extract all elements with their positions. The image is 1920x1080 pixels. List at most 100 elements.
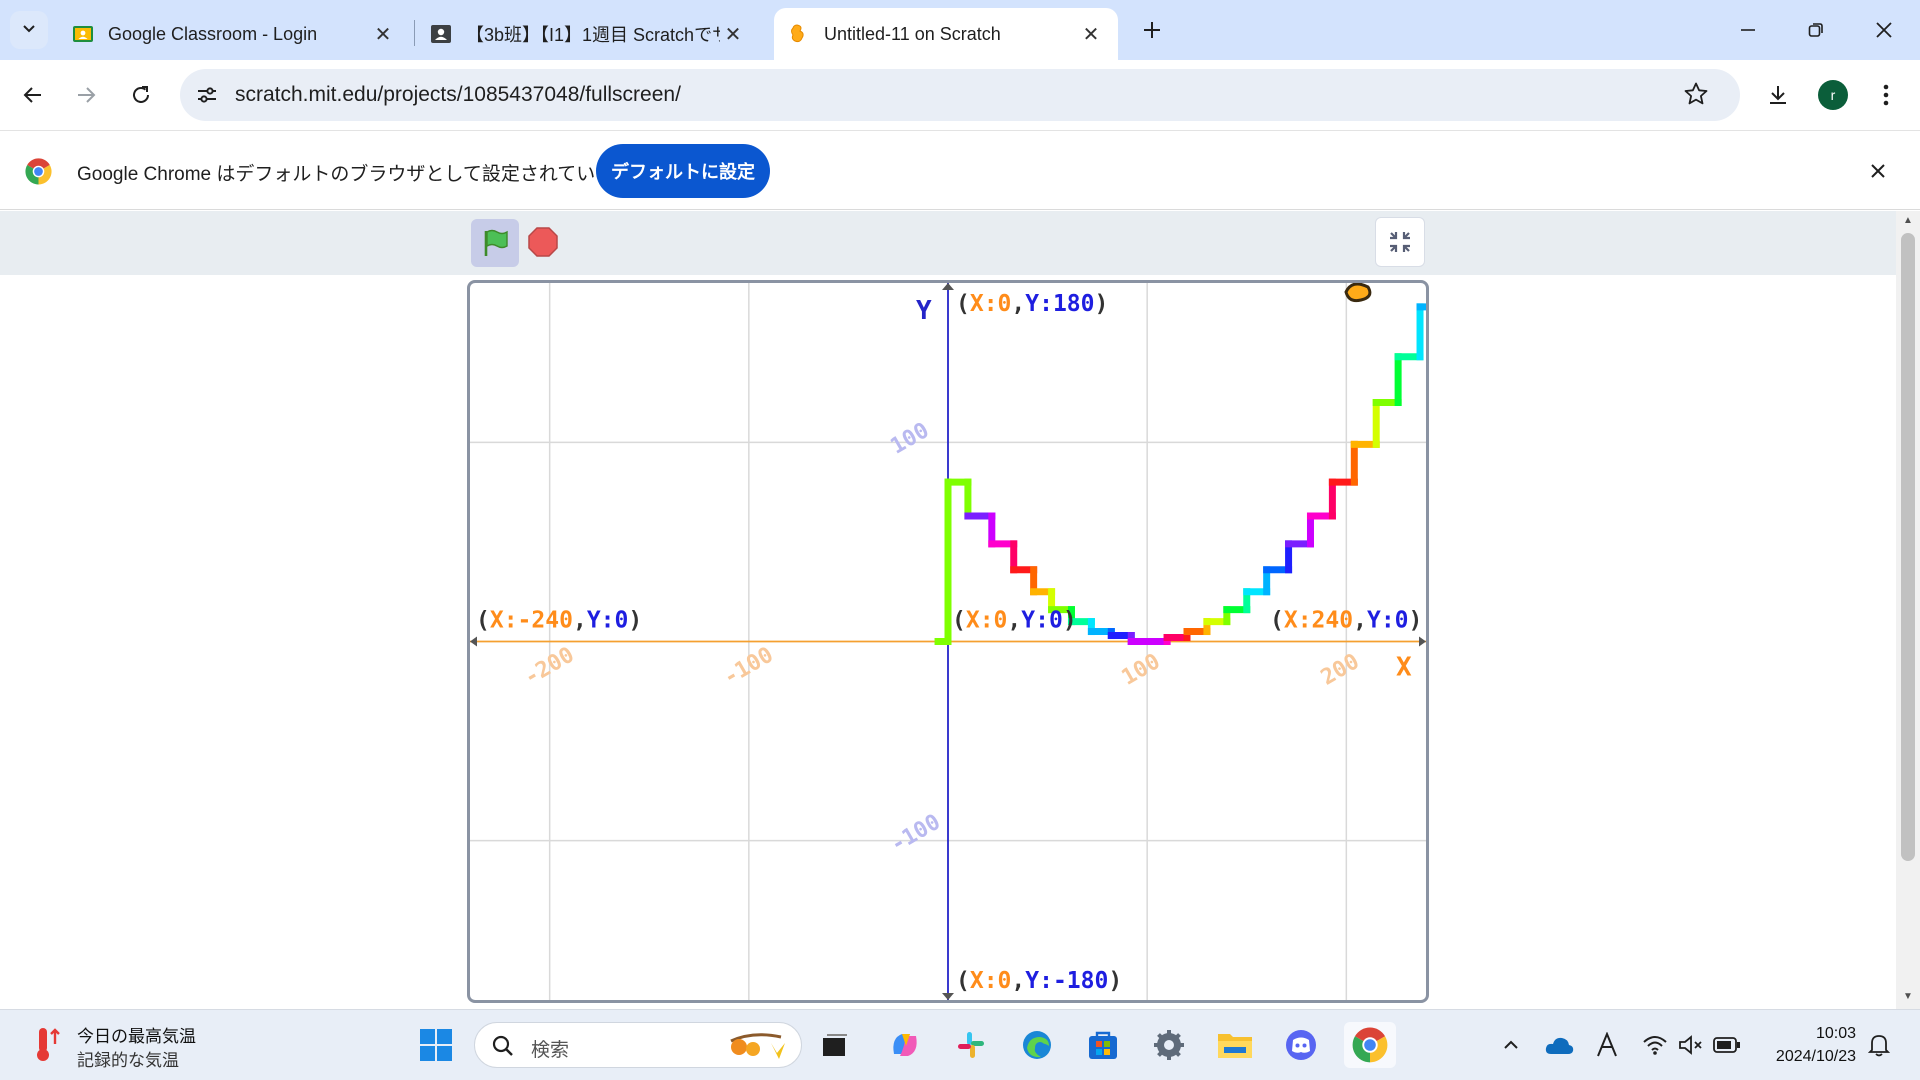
origin-coordinate-label: (X:0,Y:0) [952, 608, 1077, 634]
onedrive-cloud-icon [1545, 1037, 1574, 1054]
scroll-up-icon[interactable]: ▲ [1903, 215, 1913, 226]
tab-scratch[interactable]: Untitled-11 on Scratch ✕ [774, 8, 1118, 60]
scratch-icon [788, 23, 810, 45]
tab-close-icon[interactable]: ✕ [720, 21, 746, 47]
forward-button[interactable] [66, 75, 106, 115]
downloads-button[interactable] [1758, 75, 1798, 115]
address-bar[interactable]: scratch.mit.edu/projects/1085437048/full… [180, 69, 1740, 121]
start-button[interactable] [413, 1022, 459, 1068]
bell-icon [1868, 1035, 1890, 1057]
cat-sprite[interactable] [1344, 283, 1372, 303]
green-flag-icon [484, 229, 508, 256]
settings-button[interactable] [1146, 1022, 1192, 1068]
scroll-down-icon[interactable]: ▼ [1903, 991, 1913, 1002]
discord-icon [1286, 1030, 1316, 1060]
slack-button[interactable] [948, 1022, 994, 1068]
tab-divider [414, 20, 415, 46]
task-view-button[interactable] [812, 1022, 858, 1068]
profile-avatar[interactable]: r [1818, 80, 1848, 110]
ime-button[interactable] [1584, 1022, 1630, 1068]
chrome-logo-icon [25, 158, 52, 190]
chrome-taskbar-button[interactable] [1344, 1022, 1396, 1068]
copilot-button[interactable] [882, 1022, 928, 1068]
discord-button[interactable] [1278, 1022, 1324, 1068]
new-tab-button[interactable] [1136, 14, 1168, 46]
weather-subtitle: 記録的な気温 [77, 1051, 179, 1070]
x-tick-label: 100 [1118, 649, 1165, 691]
bottom-coordinate-label: (X:0,Y:-180) [956, 968, 1122, 994]
search-placeholder: 検索 [531, 1040, 570, 1061]
ime-mode-icon [1597, 1032, 1617, 1057]
close-icon [1871, 164, 1885, 178]
download-icon [1770, 86, 1786, 104]
battery-button[interactable] [1704, 1022, 1750, 1068]
left-coordinate-label: (X:-240,Y:0) [476, 608, 642, 634]
tab-classroom[interactable]: Google Classroom - Login ✕ [58, 8, 410, 60]
y-axis-name: Y [916, 296, 932, 326]
minimize-button[interactable] [1728, 10, 1768, 50]
x-axis-right-arrow [1419, 636, 1426, 647]
reload-icon [133, 86, 149, 103]
windows-taskbar: 今日の最高気温 記録的な気温 検索 10:03 2024/10/23 [0, 1009, 1920, 1080]
set-default-button[interactable]: デフォルトに設定 [596, 144, 770, 198]
scrollbar-thumb[interactable] [1901, 233, 1915, 861]
menu-button[interactable] [1866, 75, 1906, 115]
chevron-down-icon [21, 20, 37, 41]
tab-strip: Google Classroom - Login ✕ 【3b班】【I1】1週目 … [0, 0, 1920, 60]
y-axis-top-arrow [942, 283, 954, 290]
infobar-message: Google Chrome はデフォルトのブラウザとして設定されていません [77, 164, 652, 185]
minimize-icon [1741, 29, 1755, 31]
restore-button[interactable] [1796, 10, 1836, 50]
store-button[interactable] [1080, 1022, 1126, 1068]
tab-close-icon[interactable]: ✕ [1078, 21, 1104, 47]
onedrive-button[interactable] [1536, 1022, 1582, 1068]
back-button[interactable] [13, 75, 53, 115]
battery-icon [1713, 1037, 1740, 1053]
exit-fullscreen-button[interactable] [1375, 217, 1425, 267]
microsoft-store-icon [1089, 1031, 1117, 1059]
more-vert-icon [1883, 84, 1889, 106]
file-explorer-button[interactable] [1212, 1022, 1258, 1068]
stop-icon [528, 227, 558, 257]
close-window-button[interactable] [1864, 10, 1904, 50]
y-tick-label: -100 [887, 810, 945, 858]
browser-toolbar: scratch.mit.edu/projects/1085437048/full… [0, 60, 1920, 130]
top-coordinate-label: (X:0,Y:180) [956, 291, 1108, 317]
stop-button[interactable] [526, 225, 560, 259]
taskbar-clock[interactable]: 10:03 2024/10/23 [1760, 1022, 1856, 1068]
y-axis-bottom-arrow [942, 993, 954, 1000]
tab-close-icon[interactable]: ✕ [370, 21, 396, 47]
task-view-icon [823, 1034, 847, 1056]
tab-assignment[interactable]: 【3b班】【I1】1週目 Scratchでサイエ ✕ [416, 8, 760, 60]
thermometer-icon[interactable] [30, 1024, 64, 1069]
tab-search-button[interactable] [10, 11, 48, 49]
show-hidden-icons-button[interactable] [1488, 1022, 1534, 1068]
bookmark-star-icon[interactable] [1683, 81, 1709, 112]
x-axis-name: X [1396, 653, 1412, 683]
folder-icon [1218, 1034, 1252, 1058]
chevron-up-icon [1504, 1040, 1518, 1049]
notifications-button[interactable] [1856, 1022, 1902, 1068]
screen: Google Classroom - Login ✕ 【3b班】【I1】1週目 … [0, 0, 1920, 1080]
tab-title: Untitled-11 on Scratch [824, 23, 1001, 44]
green-flag-button[interactable] [471, 219, 519, 267]
stage-header [0, 211, 1896, 275]
chrome-icon [1352, 1027, 1388, 1063]
site-info-icon[interactable] [194, 82, 220, 113]
slack-icon [958, 1032, 984, 1058]
stage-canvas: -200 -100 100 200100-100YX(X:0,Y:180)(X:0,Y… [470, 283, 1426, 1000]
assignment-icon [430, 23, 452, 45]
clock-time: 10:03 [1815, 1025, 1856, 1042]
scratch-page: -200 -100 100 200 100 -100 Y X (X:0,Y:180) (X:0,Y… [0, 211, 1920, 1009]
infobar-close-button[interactable] [1862, 155, 1894, 187]
close-icon [1876, 22, 1892, 38]
right-coordinate-label: (X:240,Y:0) [1270, 608, 1422, 634]
page-scrollbar[interactable]: ▲ ▼ [1896, 211, 1920, 1009]
tab-title: Google Classroom - Login [108, 23, 318, 44]
edge-button[interactable] [1014, 1022, 1060, 1068]
taskbar-search[interactable]: 検索 [474, 1022, 802, 1068]
search-icon [491, 1034, 515, 1063]
reload-button[interactable] [121, 75, 161, 115]
volume-muted-icon [1679, 1035, 1702, 1055]
scratch-stage[interactable]: -200 -100 100 200 100 -100 Y X (X:0,Y:180) (X:0,Y… [467, 280, 1429, 1003]
